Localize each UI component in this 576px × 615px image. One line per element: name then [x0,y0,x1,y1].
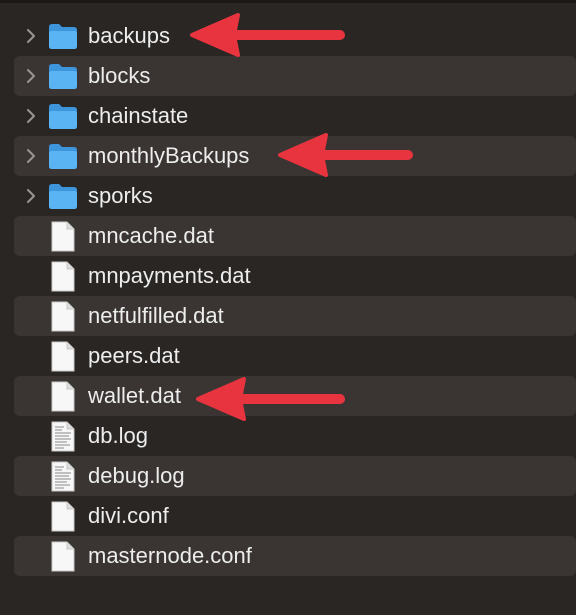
document-icon [51,541,75,572]
file-name: netfulfilled.dat [88,303,224,328]
file-row-sporks[interactable]: sporks [14,176,576,216]
file-name: divi.conf [88,503,169,528]
text-document-icon [51,461,75,492]
document-icon [51,301,75,332]
file-row-mncache-dat[interactable]: mncache.dat [14,216,576,256]
document-icon [51,501,75,532]
file-row-divi-conf[interactable]: divi.conf [14,496,576,536]
folder-icon [49,144,77,169]
folder-icon [49,64,77,89]
file-list: backups blocks chainstate monthlyBackups… [14,16,576,576]
document-icon [51,381,75,412]
file-row-masternode-conf[interactable]: masternode.conf [14,536,576,576]
annotation-arrow-monthlybackups [278,133,413,177]
file-name: chainstate [88,103,189,128]
file-name: sporks [88,183,153,208]
annotation-arrow-backups [190,13,345,57]
document-icon [51,261,75,292]
folder-icon [49,24,77,49]
chevron-right-icon[interactable] [24,148,38,164]
annotation-arrow-wallet-dat [196,377,345,421]
file-row-mnpayments-dat[interactable]: mnpayments.dat [14,256,576,296]
folder-icon [49,104,77,129]
chevron-right-icon[interactable] [24,188,38,204]
folder-icon [49,184,77,209]
file-row-blocks[interactable]: blocks [14,56,576,96]
chevron-right-icon[interactable] [24,108,38,124]
file-name: mncache.dat [88,223,214,248]
file-row-netfulfilled-dat[interactable]: netfulfilled.dat [14,296,576,336]
file-name: db.log [88,423,148,448]
document-icon [51,221,75,252]
file-name: wallet.dat [88,383,181,408]
text-document-icon [51,421,75,452]
file-row-peers-dat[interactable]: peers.dat [14,336,576,376]
file-row-debug-log[interactable]: debug.log [14,456,576,496]
file-name: masternode.conf [88,543,252,568]
document-icon [51,341,75,372]
file-name: blocks [88,63,151,88]
file-name: backups [88,23,170,48]
file-name: debug.log [88,463,185,488]
file-name: peers.dat [88,343,180,368]
file-name: mnpayments.dat [88,263,251,288]
chevron-right-icon[interactable] [24,28,38,44]
window-top-edge [0,0,576,3]
chevron-right-icon[interactable] [24,68,38,84]
file-name: monthlyBackups [88,143,250,168]
